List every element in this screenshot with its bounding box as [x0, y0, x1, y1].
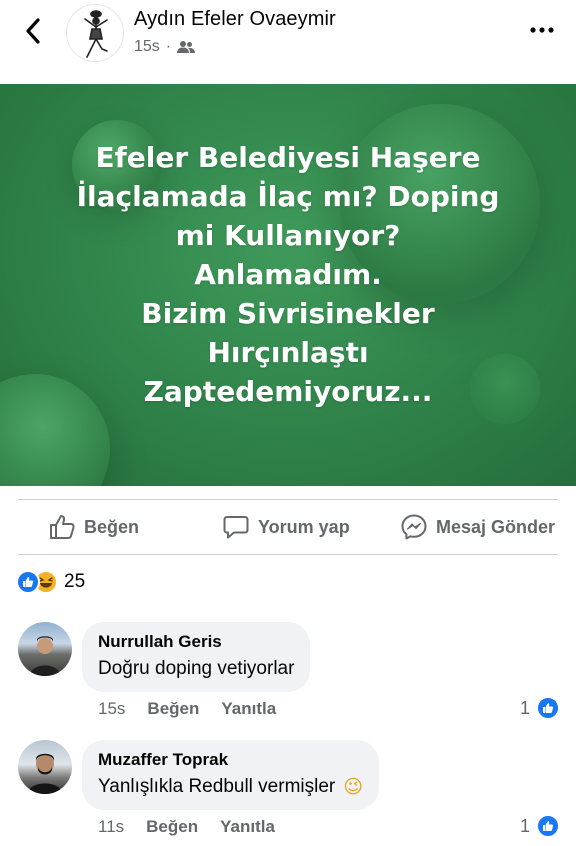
page-name[interactable]: Aydın Efeler Ovaeymir: [134, 8, 336, 31]
post-time[interactable]: 15s: [134, 38, 160, 56]
like-badge-icon: [536, 814, 560, 838]
more-options-button[interactable]: [528, 18, 556, 42]
comment-label: Yorum yap: [258, 516, 350, 537]
post-text-line: Efeler Belediyesi Haşere: [95, 141, 481, 174]
comment-time: 11s: [98, 817, 125, 836]
page-avatar[interactable]: [66, 4, 124, 62]
comment-bubble[interactable]: Nurrullah Geris Doğru doping vetiyorlar: [82, 622, 311, 692]
message-button[interactable]: Mesaj Gönder: [400, 500, 555, 554]
comment-reply-button[interactable]: Yanıtla: [221, 699, 276, 719]
post-header: Aydın Efeler Ovaeymir 15s ·: [0, 0, 576, 84]
comment-like-count[interactable]: 1: [520, 814, 560, 838]
comment: Muzaffer Toprak Yanlışlıkla Redbull verm…: [0, 738, 576, 846]
comment-meta: 15s Beğen Yanıtla: [98, 699, 276, 719]
post-text-line: Hırçınlaştı: [207, 336, 369, 369]
comment-text: Yanlışlıkla Redbull vermişler 😉: [98, 776, 363, 798]
comment-reply-button[interactable]: Yanıtla: [220, 817, 275, 837]
divider: [18, 554, 558, 555]
reactions-summary[interactable]: 25: [16, 568, 85, 596]
like-reaction-icon: [16, 570, 40, 594]
message-label: Mesaj Gönder: [436, 516, 556, 537]
messenger-icon: [401, 514, 427, 540]
thumbs-up-icon: [50, 515, 75, 539]
comment-like-count[interactable]: 1: [520, 696, 560, 720]
comment-like-button[interactable]: Beğen: [146, 817, 198, 837]
action-bar: Beğen Yorum yap Mesaj Gönder: [0, 500, 576, 554]
commenter-name[interactable]: Muzaffer Toprak: [98, 750, 363, 770]
more-dots-icon: [530, 27, 554, 33]
commenter-avatar[interactable]: [18, 740, 72, 794]
post-text-line: İlaçlamada İlaç mı? Doping: [76, 180, 500, 213]
like-button[interactable]: Beğen: [48, 500, 139, 554]
like-badge-icon: [536, 696, 560, 720]
meta-dot: ·: [165, 38, 172, 55]
like-count: 1: [519, 815, 530, 836]
comment-meta: 11s Beğen Yanıtla: [98, 817, 275, 837]
post-meta: 15s ·: [134, 38, 196, 56]
post-text-line: Anlamadım.: [194, 258, 382, 291]
comment: Nurrullah Geris Doğru doping vetiyorlar …: [0, 620, 576, 730]
back-button[interactable]: [18, 14, 48, 48]
comment-button[interactable]: Yorum yap: [222, 500, 350, 554]
post-text: Efeler Belediyesi Haşere İlaçlamada İlaç…: [40, 138, 536, 411]
folk-dancer-logo-icon: [84, 10, 108, 58]
comment-time: 15s: [98, 699, 126, 718]
comment-bubble-icon: [223, 516, 249, 539]
post-text-line: Zaptedemiyoruz...: [143, 375, 433, 408]
winking-face-emoji: 😉: [343, 776, 364, 798]
friends-icon: [177, 41, 196, 53]
comment-text: Doğru doping vetiyorlar: [98, 658, 294, 680]
reaction-count: 25: [64, 571, 86, 592]
comment-text-content: Yanlışlıkla Redbull vermişler: [98, 776, 336, 797]
post-text-line: Bizim Sivrisinekler: [141, 297, 435, 330]
commenter-name[interactable]: Nurrullah Geris: [98, 632, 294, 652]
commenter-avatar[interactable]: [18, 622, 72, 676]
chevron-left-icon: [26, 18, 40, 44]
comment-like-button[interactable]: Beğen: [147, 699, 199, 719]
comment-bubble[interactable]: Muzaffer Toprak Yanlışlıkla Redbull verm…: [82, 740, 380, 810]
post-text-line: mi Kullanıyor?: [175, 219, 401, 252]
post-background[interactable]: Efeler Belediyesi Haşere İlaçlamada İlaç…: [0, 84, 576, 486]
comment-text-content: Doğru doping vetiyorlar: [98, 658, 295, 679]
like-label: Beğen: [84, 516, 140, 537]
like-count: 1: [519, 697, 530, 718]
